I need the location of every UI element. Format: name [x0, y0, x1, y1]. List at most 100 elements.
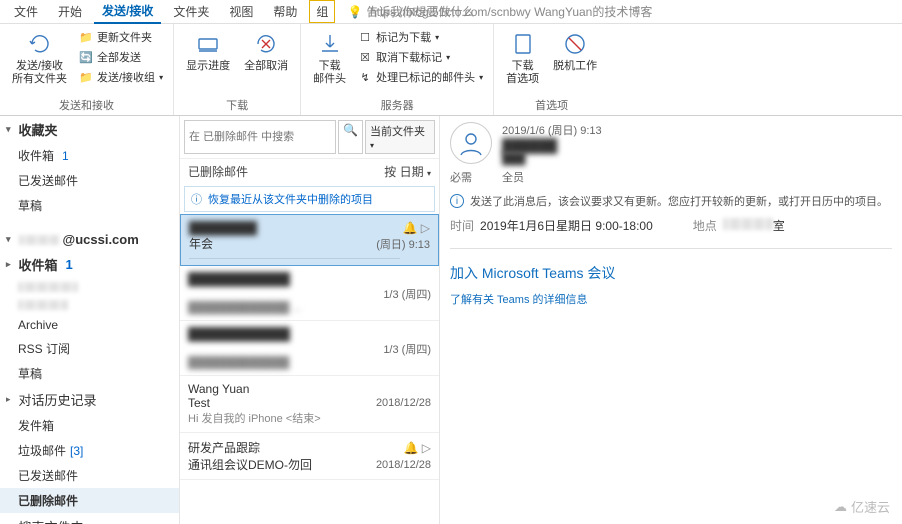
chevron-down-icon: ▾	[446, 53, 450, 62]
nav-junk[interactable]: 垃圾邮件 [3]	[0, 438, 179, 463]
send-receive-all-button[interactable]: 发送/接收 所有文件夹	[8, 28, 71, 88]
tab-help[interactable]: 帮助	[265, 0, 305, 23]
nav-sent[interactable]: 已发送邮件	[0, 168, 179, 193]
sync-icon	[26, 30, 54, 58]
nav-search-folders[interactable]: 搜索文件夹	[0, 513, 179, 524]
ribbon-group-server: 下载 邮件头 ☐标记为下载▾ ☒取消下载标记▾ ↯处理已标记的邮件头▾ 服务器	[301, 24, 494, 115]
group-label: 下载	[226, 97, 248, 113]
process-marked-button[interactable]: ↯处理已标记的邮件头▾	[356, 68, 485, 86]
group-label: 首选项	[535, 97, 568, 113]
search-scope-dropdown[interactable]: 当前文件夹 ▾	[365, 120, 435, 154]
nav-rss[interactable]: RSS 订阅	[0, 336, 179, 361]
send-all-button[interactable]: 🔄全部发送	[77, 48, 165, 66]
nav-sent2[interactable]: 已发送邮件	[0, 463, 179, 488]
nav-subfolder-blur[interactable]	[0, 296, 179, 314]
folder-header: 已删除邮件 按 日期 ▾	[180, 159, 439, 184]
nav-drafts2[interactable]: 草稿	[0, 361, 179, 386]
ribbon-group-download: 显示进度 全部取消 下载	[174, 24, 301, 115]
chevron-down-icon: ▾	[370, 141, 374, 150]
nav-archive[interactable]: Archive	[0, 314, 179, 336]
recover-deleted-link[interactable]: ⓘ 恢复最近从该文件夹中删除的项目	[184, 186, 435, 212]
message-item[interactable]: ████████████ 1/3 (周四) █████████████ ...	[180, 266, 439, 321]
bell-flag-icon: 🔔 ▷	[403, 441, 431, 455]
nav-inbox[interactable]: 收件箱1	[0, 143, 179, 168]
tab-home[interactable]: 开始	[50, 0, 90, 23]
nav-deleted[interactable]: 已删除邮件	[0, 488, 179, 513]
ribbon-group-sendreceive: 发送/接收 所有文件夹 📁更新文件夹 🔄全部发送 📁发送/接收组▾ 发送和接收	[0, 24, 174, 115]
nav-inbox2[interactable]: 收件箱1	[0, 251, 179, 278]
unmark-download-button[interactable]: ☒取消下载标记▾	[356, 48, 485, 66]
tab-send-receive[interactable]: 发送/接收	[94, 0, 161, 24]
join-teams-link[interactable]: 加入 Microsoft Teams 会议	[450, 263, 892, 283]
meeting-place: 地点室	[693, 217, 785, 234]
divider	[450, 248, 892, 249]
bell-flag-icon: 🔔 ▷	[402, 221, 430, 235]
all-members-label: 全员	[502, 169, 524, 185]
info-icon: ⓘ	[191, 191, 202, 207]
offline-work-button[interactable]: 脱机工作	[549, 28, 601, 75]
meeting-time: 时间2019年1月6日星期日 9:00-18:00	[450, 217, 653, 234]
download-preferences-button[interactable]: 下载 首选项	[502, 28, 543, 88]
message-list-pane: 🔍 当前文件夹 ▾ 已删除邮件 按 日期 ▾ ⓘ 恢复最近从该文件夹中删除的项目…	[180, 116, 440, 524]
menu-tabbar: 文件 开始 发送/接收 文件夹 视图 帮助 组 💡 告诉我你想要做什么 http…	[0, 0, 902, 24]
chevron-down-icon: ▾	[427, 169, 431, 178]
message-from: ██████	[502, 138, 892, 153]
tab-file[interactable]: 文件	[6, 0, 46, 23]
download-headers-button[interactable]: 下载 邮件头	[309, 28, 350, 88]
chevron-down-icon: ▾	[479, 73, 483, 82]
lightbulb-icon: 💡	[347, 5, 362, 19]
cloud-icon: ☁	[834, 499, 847, 515]
message-item[interactable]: ████████████ 1/3 (周四) █████████████	[180, 321, 439, 376]
tab-group[interactable]: 组	[309, 0, 335, 23]
message-item[interactable]: ████████🔔 ▷ 年会(周日) 9:13	[180, 214, 439, 266]
show-progress-button[interactable]: 显示进度	[182, 28, 234, 75]
nav-outbox[interactable]: 发件箱	[0, 413, 179, 438]
sort-by-dropdown[interactable]: 按 日期 ▾	[384, 163, 431, 180]
nav-favorites[interactable]: 收藏夹	[0, 116, 179, 143]
preferences-icon	[509, 30, 537, 58]
send-receive-group-button[interactable]: 📁发送/接收组▾	[77, 68, 165, 86]
search-bar: 🔍 当前文件夹 ▾	[180, 116, 439, 159]
process-icon: ↯	[358, 70, 372, 84]
mark-download-button[interactable]: ☐标记为下载▾	[356, 28, 485, 46]
folder-icon: 📁	[79, 30, 93, 44]
learn-teams-link[interactable]: 了解有关 Teams 的详细信息	[450, 294, 588, 306]
search-icon[interactable]: 🔍	[338, 120, 363, 154]
sync-small-icon: 🔄	[79, 50, 93, 64]
progress-icon	[194, 30, 222, 58]
tab-folder[interactable]: 文件夹	[165, 0, 217, 23]
ribbon: 发送/接收 所有文件夹 📁更新文件夹 🔄全部发送 📁发送/接收组▾ 发送和接收 …	[0, 24, 902, 116]
search-input[interactable]	[184, 120, 336, 154]
message-subject: ███	[502, 153, 892, 165]
group-label: 发送和接收	[59, 97, 114, 113]
avatar	[450, 122, 492, 164]
info-bar: i 发送了此消息后，该会议要求又有更新。您应打开较新的更新，或打开日历中的项目。	[450, 193, 892, 209]
cancel-sync-icon	[252, 30, 280, 58]
group-label: 服务器	[381, 97, 414, 113]
required-label: 必需	[450, 169, 472, 185]
nav-drafts[interactable]: 草稿	[0, 193, 179, 218]
url-overlay: https://blog.51cto.com/scnbwy WangYuan的技…	[370, 3, 652, 20]
chevron-down-icon: ▾	[159, 73, 163, 82]
tab-view[interactable]: 视图	[221, 0, 261, 23]
nav-conversation-history[interactable]: 对话历史记录	[0, 386, 179, 413]
watermark: ☁ 亿速云	[834, 497, 890, 516]
reading-pane: 2019/1/6 (周日) 9:13 ██████ ███ 必需 全员 i 发送…	[440, 116, 902, 524]
download-icon	[316, 30, 344, 58]
chevron-down-icon: ▾	[435, 33, 439, 42]
mark-icon: ☐	[358, 30, 372, 44]
ribbon-group-preferences: 下载 首选项 脱机工作 首选项	[494, 24, 609, 115]
info-icon: i	[450, 194, 464, 208]
nav-subfolder-blur[interactable]	[0, 278, 179, 296]
cancel-all-button[interactable]: 全部取消	[240, 28, 292, 75]
offline-icon	[561, 30, 589, 58]
message-date: 2019/1/6 (周日) 9:13	[502, 122, 892, 138]
update-folder-button[interactable]: 📁更新文件夹	[77, 28, 165, 46]
folder-sync-icon: 📁	[79, 70, 93, 84]
message-list: ████████🔔 ▷ 年会(周日) 9:13 ████████████ 1/3…	[180, 214, 439, 524]
unmark-icon: ☒	[358, 50, 372, 64]
folder-nav: 收藏夹 收件箱1 已发送邮件 草稿 @ucssi.com 收件箱1 Archiv…	[0, 116, 180, 524]
nav-account[interactable]: @ucssi.com	[0, 228, 179, 251]
message-item[interactable]: 研发产品跟踪🔔 ▷ 通讯组会议DEMO-勿回2018/12/28	[180, 433, 439, 480]
message-item[interactable]: Wang Yuan Test2018/12/28 Hi 发自我的 iPhone …	[180, 376, 439, 433]
